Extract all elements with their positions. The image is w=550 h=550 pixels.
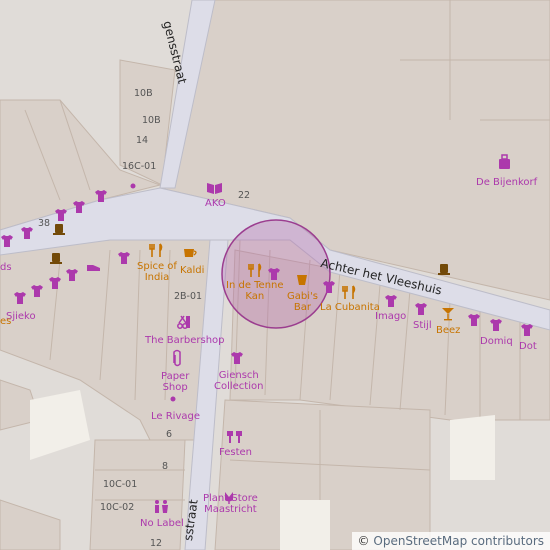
- attribution-link[interactable]: OpenStreetMap contributors: [373, 534, 544, 548]
- stationery-icon: [173, 349, 181, 367]
- place-label-domiq[interactable]: Domiq: [480, 336, 513, 347]
- place-label-line: India: [144, 272, 170, 283]
- party-icon: [227, 431, 242, 443]
- place-label-line: Bar: [293, 302, 312, 313]
- map-view[interactable]: gensstraat Achter het Vleeshuis sstraat …: [0, 0, 550, 550]
- clothes-icon: [490, 319, 502, 331]
- place-label-giensch-collection[interactable]: Giensch Collection: [214, 370, 263, 392]
- place-label-left-cut[interactable]: ds: [0, 262, 12, 273]
- restaurant-icon: [149, 243, 163, 257]
- clothes-icon: [14, 292, 26, 304]
- cocktail-icon: [442, 308, 454, 321]
- place-label-line: Maastricht: [204, 504, 257, 515]
- department-store-icon: [499, 154, 510, 169]
- place-label-line: Gabi's: [287, 291, 318, 302]
- place-label-left-cut-2[interactable]: es: [0, 316, 11, 327]
- place-label-dot[interactable]: Dot: [519, 341, 537, 352]
- place-label-line: Paper: [161, 371, 190, 382]
- clothes-icon: [268, 268, 280, 280]
- place-label-line: Collection: [214, 381, 264, 392]
- clothes-icon: [73, 201, 85, 213]
- clothes-store-icon: [155, 500, 168, 513]
- place-label-line: Shop: [162, 382, 188, 393]
- clothes-icon: [55, 209, 67, 221]
- clothes-icon: [118, 252, 130, 264]
- place-label-le-rivage[interactable]: Le Rivage: [151, 411, 200, 422]
- clothes-icon: [1, 235, 13, 247]
- clothes-icon: [95, 190, 107, 202]
- place-label-line: Plant Store: [203, 493, 258, 504]
- place-label-spice-of-india[interactable]: Spice of India: [137, 261, 177, 283]
- place-label-plant-store[interactable]: Plant Store Maastricht: [203, 493, 258, 515]
- bar-icon: [297, 275, 307, 285]
- clothes-icon: [521, 324, 533, 336]
- hairdresser-icon: [177, 315, 190, 329]
- place-label-kaldi[interactable]: Kaldi: [180, 265, 204, 276]
- place-label-no-label[interactable]: No Label: [140, 518, 184, 529]
- place-label-in-de-tenne-kan[interactable]: In de Tenne Kan: [226, 280, 284, 302]
- clothes-icon: [323, 281, 335, 293]
- place-label-gabis-bar[interactable]: Gabi's Bar: [287, 291, 318, 313]
- restaurant-icon: [342, 285, 356, 299]
- clothes-icon: [385, 295, 397, 307]
- clothes-icon: [66, 269, 78, 281]
- place-label-bijenkorf[interactable]: De Bijenkorf: [476, 177, 537, 188]
- memorial-icon: [50, 224, 450, 275]
- poi-icons: [1, 154, 533, 513]
- place-label-festen[interactable]: Festen: [219, 447, 252, 458]
- clothes-icon: [468, 314, 480, 326]
- clothes-icon: [49, 277, 61, 289]
- copyright-symbol: ©: [357, 534, 370, 548]
- place-label-barbershop[interactable]: The Barbershop: [145, 335, 225, 346]
- place-label-line: In de Tenne: [226, 280, 284, 291]
- clothes-icon: [415, 303, 427, 315]
- shoe-icon: [87, 265, 100, 271]
- place-label-ako[interactable]: AKO: [205, 198, 226, 209]
- cafe-icon: [184, 249, 197, 257]
- place-label-line: Spice of: [137, 261, 177, 272]
- book-icon: [207, 183, 222, 194]
- clothes-icon: [31, 285, 43, 297]
- place-label-imago[interactable]: Imago: [375, 311, 406, 322]
- place-label-line: Kan: [245, 291, 265, 302]
- map-attribution[interactable]: © OpenStreetMap contributors: [351, 532, 550, 550]
- place-label-line: Giensch: [218, 370, 259, 381]
- place-label-paper-shop[interactable]: Paper Shop: [161, 371, 189, 393]
- clothes-icon: [231, 352, 243, 364]
- place-label-beez[interactable]: Beez: [436, 325, 460, 336]
- place-label-stijl[interactable]: Stijl: [413, 320, 432, 331]
- restaurant-icon: [248, 263, 262, 277]
- place-label-la-cubanita[interactable]: La Cubanita: [320, 302, 380, 313]
- clothes-icon: [21, 227, 33, 239]
